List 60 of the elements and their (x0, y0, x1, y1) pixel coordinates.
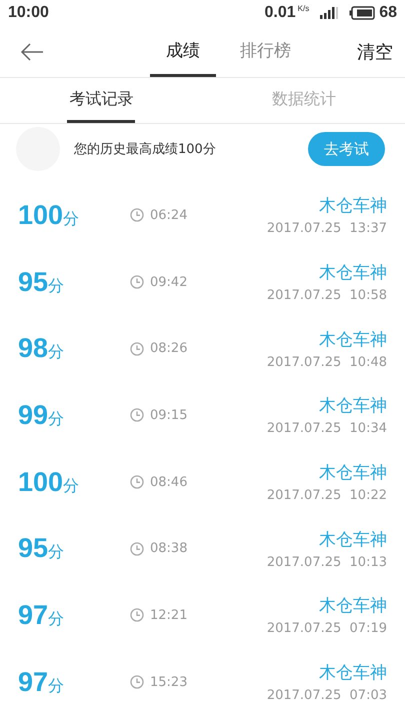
exam-duration: 08:46 (150, 474, 188, 490)
clock-icon (130, 475, 144, 490)
back-arrow-icon[interactable] (20, 42, 44, 60)
score-value: 95 (18, 533, 48, 564)
exam-date: 2017.07.25 10:48 (266, 354, 387, 370)
exam-date: 2017.07.25 07:03 (266, 688, 387, 704)
exam-date: 2017.07.25 10:22 (266, 488, 387, 504)
exam-date: 2017.07.25 10:58 (266, 288, 387, 304)
user-name: 木仓车神 (319, 462, 387, 484)
speed-unit: K/s (298, 4, 310, 13)
exam-duration: 08:38 (150, 541, 188, 556)
clock-icon (130, 208, 144, 222)
exam-date: 2017.07.25 13:37 (266, 221, 387, 236)
exam-duration: 15:23 (150, 674, 188, 690)
user-name: 木仓车神 (319, 328, 387, 351)
user-name: 木仓车神 (319, 662, 387, 684)
score-value: 100 (18, 466, 64, 498)
clock-icon (130, 408, 144, 422)
clock-icon (130, 608, 144, 622)
clock-icon (130, 342, 144, 356)
user-name: 木仓车神 (319, 262, 387, 284)
score-value: 95 (18, 266, 48, 298)
signal-icon (319, 6, 340, 20)
clear-button[interactable]: 清空 (357, 26, 393, 77)
exam-duration: 12:21 (150, 608, 188, 623)
clock-icon (130, 675, 144, 690)
header-tab[interactable]: 排行榜 (224, 26, 307, 77)
user-name: 木仓车神 (319, 528, 387, 551)
score-unit: 分 (48, 276, 64, 297)
exam-duration: 08:26 (150, 341, 188, 356)
score-value: 99 (18, 400, 48, 431)
exam-date: 2017.07.25 10:13 (266, 554, 387, 570)
score-unit: 分 (63, 208, 80, 230)
score-unit: 分 (63, 476, 80, 497)
score-unit: 分 (48, 342, 64, 364)
exam-date: 2017.07.25 07:19 (266, 621, 387, 636)
exam-duration: 06:24 (150, 208, 188, 223)
header-tab[interactable]: 成绩 (150, 26, 216, 77)
score-unit: 分 (48, 608, 64, 630)
score-unit: 分 (48, 676, 64, 697)
exam-duration: 09:15 (150, 408, 188, 423)
score-unit: 分 (48, 542, 64, 564)
score-value: 97 (18, 666, 48, 698)
sub-tab[interactable]: 考试记录 (67, 78, 136, 123)
clock-icon (130, 542, 144, 556)
battery-level: 68 (379, 4, 397, 22)
network-speed: 0.01 (264, 4, 296, 22)
exam-date: 2017.07.25 10:34 (266, 421, 387, 436)
score-value: 100 (18, 200, 64, 231)
battery-icon (349, 6, 376, 20)
score-value: 98 (18, 333, 48, 364)
clock-icon (130, 275, 144, 290)
best-score-text: 您的历史最高成绩100分 (74, 141, 217, 158)
user-name: 木仓车神 (319, 195, 387, 218)
user-name: 木仓车神 (319, 395, 387, 418)
user-name: 木仓车神 (319, 595, 387, 618)
exam-duration: 09:42 (150, 274, 188, 290)
status-time: 10:00 (8, 4, 49, 22)
score-value: 97 (18, 600, 48, 631)
score-unit: 分 (48, 408, 64, 430)
